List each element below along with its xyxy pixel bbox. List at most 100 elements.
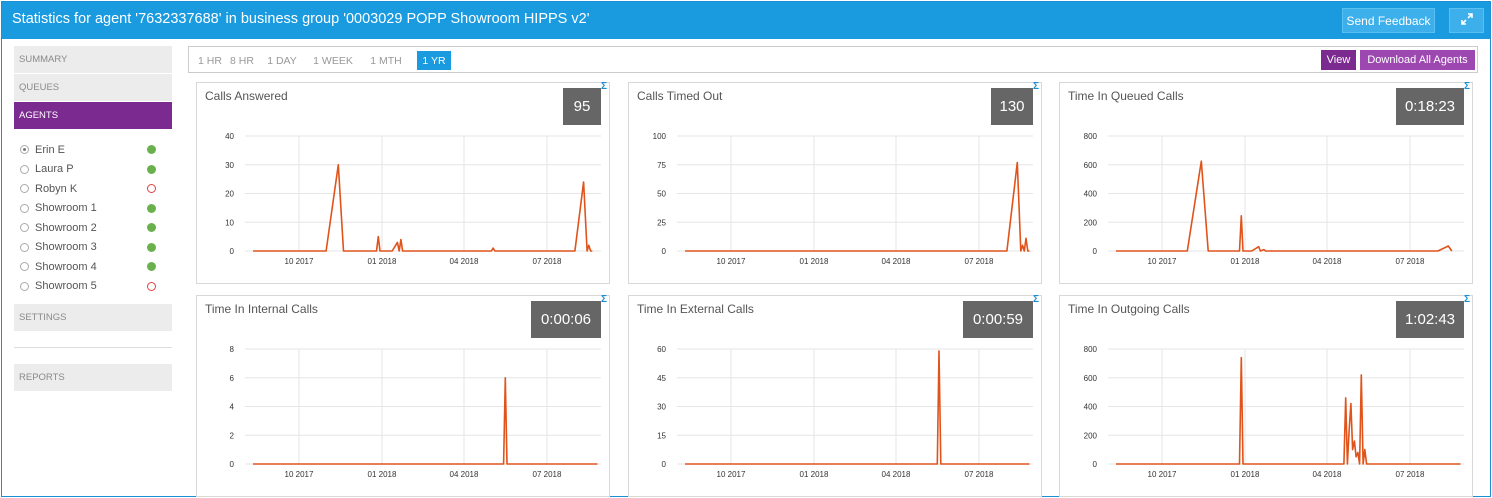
chart-panel: Time In External Calls 0:00:59 Σ 0 15 30 45 60 1… <box>628 295 1042 497</box>
agent-item[interactable]: Showroom 4 <box>20 257 172 277</box>
y-tick-label: 15 <box>657 431 666 440</box>
line-chart: 0 25 50 75 100 10 2017 01 2018 04 2018 07 2018 <box>653 132 1033 266</box>
x-tick-label: 10 2017 <box>1148 257 1177 266</box>
agent-item[interactable]: Showroom 2 <box>20 218 172 238</box>
sidebar-item-agents[interactable]: AGENTS <box>14 102 172 130</box>
agent-radio[interactable] <box>20 184 29 194</box>
line-chart: 0 15 30 45 60 10 2017 01 2018 04 2018 07 2018 <box>657 345 1033 479</box>
agent-radio[interactable] <box>20 242 29 252</box>
x-tick-label: 07 2018 <box>533 470 562 479</box>
agent-name: Erin E <box>35 143 65 156</box>
agent-item[interactable]: Robyn K <box>20 179 172 199</box>
agent-status-online-icon <box>147 242 156 252</box>
agent-item[interactable]: Laura P <box>20 160 172 180</box>
agent-item[interactable]: Showroom 1 <box>20 199 172 219</box>
series-line <box>1116 356 1461 465</box>
range-8-hr[interactable]: 8 HR <box>226 51 258 70</box>
y-tick-label: 200 <box>1084 218 1098 227</box>
agent-radio[interactable] <box>20 262 29 272</box>
y-tick-label: 200 <box>1084 431 1098 440</box>
y-tick-label: 600 <box>1084 161 1098 170</box>
x-tick-label: 04 2018 <box>450 257 479 266</box>
range-1-day[interactable]: 1 DAY <box>263 51 301 70</box>
x-tick-label: 04 2018 <box>882 470 911 479</box>
agent-name: Showroom 5 <box>35 280 97 293</box>
agent-item[interactable]: Showroom 3 <box>20 238 172 258</box>
agent-status-online-icon <box>147 223 156 233</box>
series-line <box>685 350 1030 465</box>
x-tick-label: 01 2018 <box>800 470 829 479</box>
line-chart: 0 10 20 30 40 10 2017 01 2018 04 2018 07 2018 <box>225 132 601 266</box>
download-all-agents-button[interactable]: Download All Agents <box>1360 50 1475 70</box>
x-tick-label: 10 2017 <box>1148 470 1177 479</box>
agent-name: Showroom 3 <box>35 241 97 254</box>
agent-status-online-icon <box>147 262 156 272</box>
y-tick-label: 0 <box>1093 247 1098 256</box>
chart-panel: Time In Queued Calls 0:18:23 Σ 0 200 400 600 80… <box>1059 82 1473 284</box>
y-tick-label: 400 <box>1084 190 1098 199</box>
y-tick-label: 45 <box>657 374 666 383</box>
range-1-week[interactable]: 1 WEEK <box>309 51 357 70</box>
send-feedback-button[interactable]: Send Feedback <box>1342 8 1435 33</box>
x-tick-label: 07 2018 <box>965 257 994 266</box>
series-line <box>253 164 593 252</box>
x-tick-label: 04 2018 <box>882 257 911 266</box>
y-tick-label: 50 <box>657 190 666 199</box>
sidebar-item-queues[interactable]: QUEUES <box>14 74 172 102</box>
x-tick-label: 01 2018 <box>368 470 397 479</box>
y-tick-label: 0 <box>662 247 667 256</box>
series-line <box>253 377 598 465</box>
x-tick-label: 10 2017 <box>285 470 314 479</box>
y-tick-label: 60 <box>657 345 666 354</box>
agent-name: Showroom 2 <box>35 221 97 234</box>
series-line <box>1116 160 1453 252</box>
line-chart: 0 200 400 600 800 10 2017 01 2018 04 2018 07 201… <box>1084 132 1464 266</box>
y-tick-label: 0 <box>230 460 235 469</box>
y-tick-label: 800 <box>1084 132 1098 141</box>
y-tick-label: 30 <box>657 403 666 412</box>
y-tick-label: 0 <box>1093 460 1098 469</box>
y-tick-label: 4 <box>230 403 235 412</box>
range-1-yr[interactable]: 1 YR <box>417 51 451 70</box>
line-chart: 0 2 4 6 8 10 2017 01 2018 04 2018 07 2018 <box>230 345 601 479</box>
sidebar-item-settings[interactable]: SETTINGS <box>14 304 172 332</box>
x-tick-label: 04 2018 <box>450 470 479 479</box>
sidebar-divider <box>14 332 172 348</box>
agent-status-offline-icon <box>147 281 156 291</box>
agent-name: Robyn K <box>35 182 78 195</box>
agent-radio[interactable] <box>20 281 29 291</box>
expand-icon <box>1460 12 1474 29</box>
x-tick-label: 04 2018 <box>1313 257 1342 266</box>
agent-item[interactable]: Erin E <box>20 140 172 160</box>
x-tick-label: 01 2018 <box>800 257 829 266</box>
x-tick-label: 01 2018 <box>1231 470 1260 479</box>
range-1-mth[interactable]: 1 MTH <box>362 51 410 70</box>
agent-name: Laura P <box>35 163 74 176</box>
agent-name: Showroom 4 <box>35 260 97 273</box>
y-tick-label: 8 <box>230 345 235 354</box>
agent-name: Showroom 1 <box>35 202 97 215</box>
y-tick-label: 40 <box>225 132 234 141</box>
sidebar-item-summary[interactable]: SUMMARY <box>14 46 172 74</box>
agent-radio[interactable] <box>20 164 29 174</box>
y-tick-label: 20 <box>225 190 234 199</box>
expand-button[interactable] <box>1449 8 1484 33</box>
range-1-hr[interactable]: 1 HR <box>197 51 223 70</box>
x-tick-label: 01 2018 <box>1231 257 1260 266</box>
y-tick-label: 2 <box>230 431 235 440</box>
agent-radio[interactable] <box>20 223 29 233</box>
agent-status-online-icon <box>147 203 156 213</box>
y-tick-label: 0 <box>662 460 667 469</box>
agent-status-online-icon <box>147 145 156 155</box>
sidebar-item-reports[interactable]: REPORTS <box>14 364 172 392</box>
agent-radio[interactable] <box>20 145 29 155</box>
x-tick-label: 10 2017 <box>285 257 314 266</box>
agent-radio[interactable] <box>20 203 29 213</box>
y-tick-label: 6 <box>230 374 235 383</box>
y-tick-label: 400 <box>1084 403 1098 412</box>
agent-status-online-icon <box>147 164 156 174</box>
view-button[interactable]: View <box>1321 50 1356 70</box>
y-tick-label: 25 <box>657 218 666 227</box>
agent-item[interactable]: Showroom 5 <box>20 277 172 297</box>
time-range-bar: 1 HR 8 HR 1 DAY 1 WEEK 1 MTH 1 YR View Downlo… <box>188 46 1478 73</box>
